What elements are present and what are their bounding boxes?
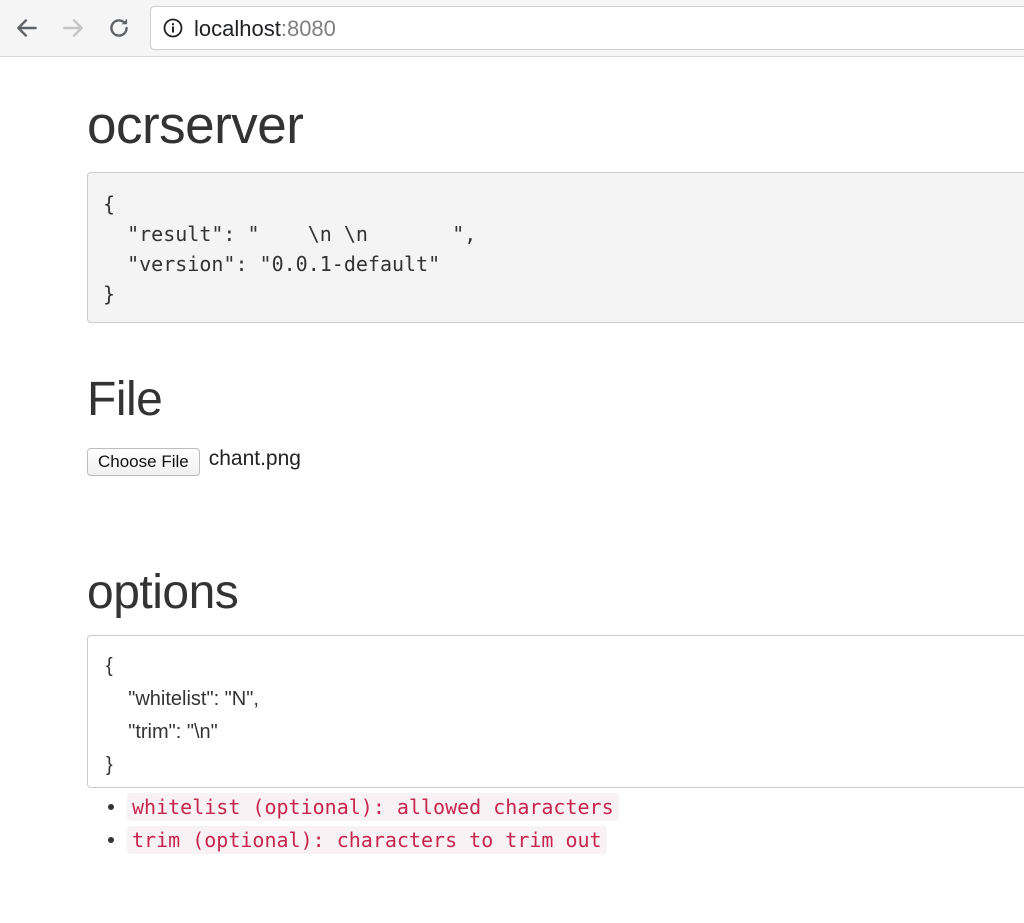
options-help-list: whitelist (optional): allowed characters… bbox=[87, 790, 619, 856]
url-text[interactable]: localhost:8080 bbox=[194, 17, 336, 41]
list-item: trim (optional): characters to trim out bbox=[108, 823, 619, 856]
page-title: ocrserver bbox=[87, 96, 304, 155]
file-heading: File bbox=[87, 373, 163, 426]
result-output: { "result": " \n \n ", "version": "0.0.1… bbox=[87, 172, 1024, 323]
forward-button[interactable] bbox=[55, 10, 91, 46]
file-input: Choose File chant.png bbox=[87, 447, 301, 477]
forward-arrow-icon bbox=[63, 19, 83, 37]
options-heading: options bbox=[87, 566, 239, 619]
trim-help: trim (optional): characters to trim out bbox=[127, 825, 607, 854]
selected-file-name: chant.png bbox=[208, 447, 301, 470]
url-port: :8080 bbox=[280, 16, 336, 41]
info-icon[interactable] bbox=[163, 18, 183, 38]
reload-icon bbox=[110, 18, 128, 37]
address-bar[interactable]: localhost:8080 bbox=[150, 6, 1024, 50]
whitelist-help: whitelist (optional): allowed characters bbox=[127, 792, 619, 821]
back-arrow-icon bbox=[17, 19, 37, 37]
reload-button[interactable] bbox=[101, 10, 137, 46]
url-host: localhost bbox=[194, 16, 281, 41]
list-item: whitelist (optional): allowed characters bbox=[108, 790, 619, 823]
choose-file-button[interactable]: Choose File bbox=[87, 448, 200, 476]
options-textarea[interactable]: { "whitelist": "N", "trim": "\n" } bbox=[87, 635, 1024, 788]
browser-toolbar: localhost:8080 bbox=[0, 0, 1024, 57]
back-button[interactable] bbox=[9, 10, 45, 46]
